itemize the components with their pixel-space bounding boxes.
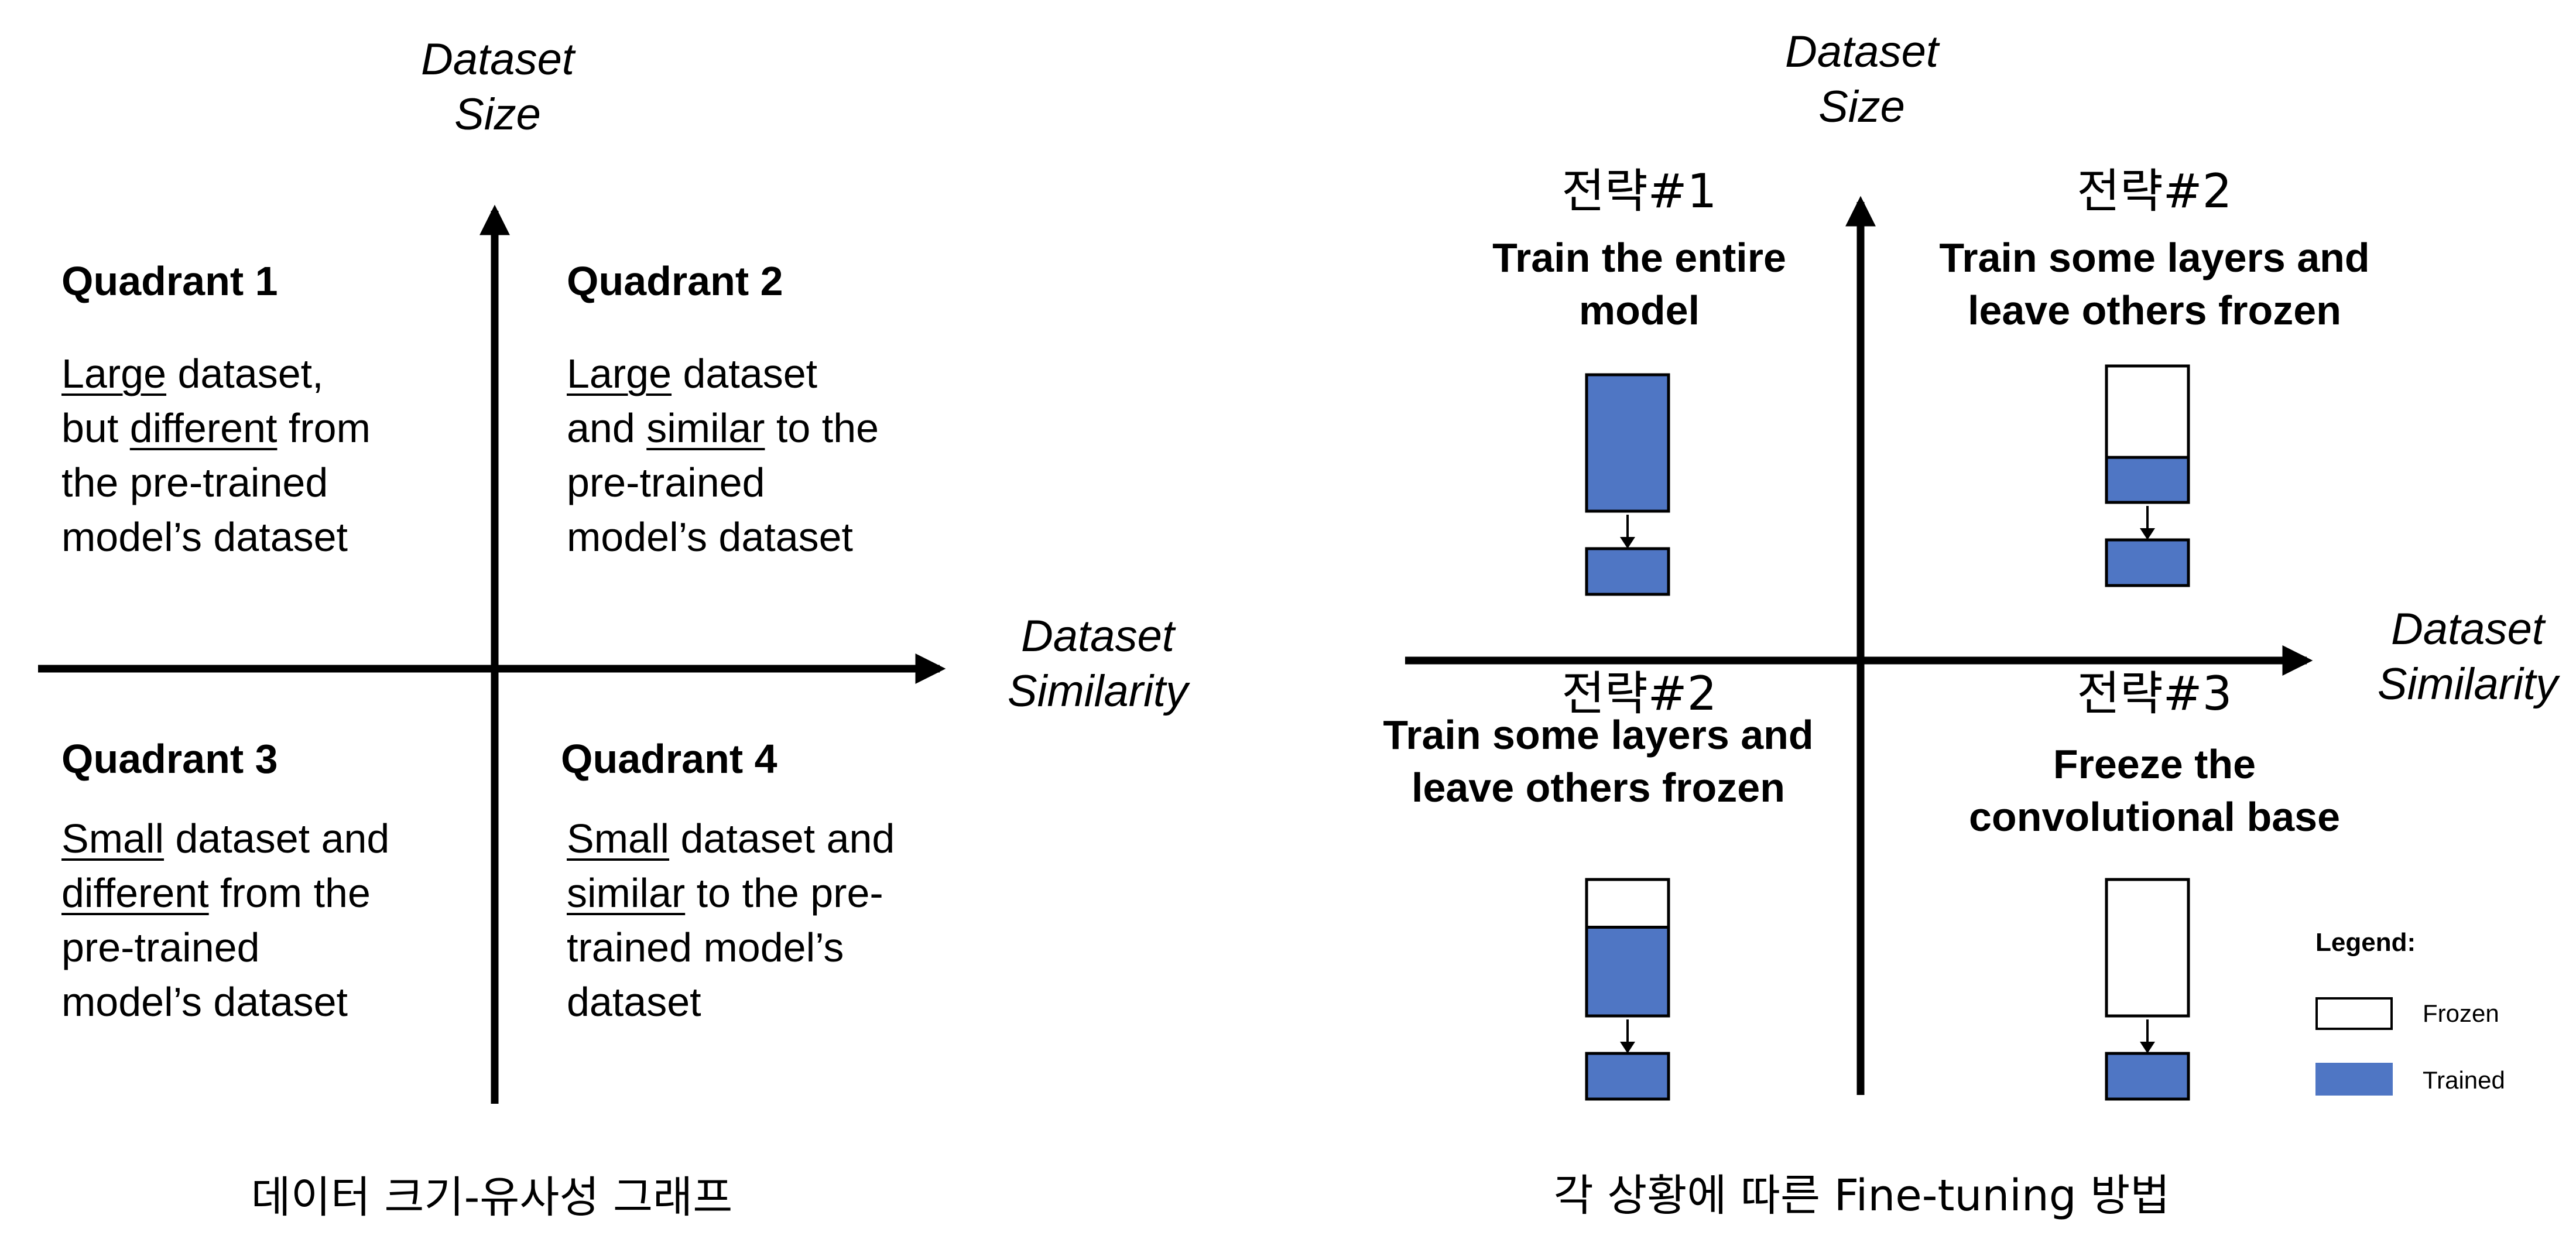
model-blocks-layer	[1585, 364, 2190, 1101]
flow-arrow-head	[1620, 1042, 1635, 1053]
flow-arrow-head	[2140, 528, 2155, 540]
legend: Legend: Frozen Trained	[2315, 928, 2561, 1104]
legend-trained-swatch	[2315, 1063, 2393, 1096]
classifier-block	[1585, 1052, 1670, 1101]
trained-layers-block	[1587, 375, 1669, 511]
classifier-block	[2105, 1052, 2190, 1101]
classifier-block	[1585, 547, 1670, 596]
legend-frozen-swatch	[2315, 997, 2393, 1030]
flow-arrow-head	[1620, 537, 1635, 549]
trained-layers-block	[2106, 457, 2188, 502]
legend-trained-label: Trained	[2423, 1066, 2505, 1094]
flow-arrow-head	[2140, 1042, 2155, 1053]
frozen-layers-block	[2106, 366, 2188, 458]
classifier-block	[2105, 538, 2190, 587]
legend-title: Legend:	[2315, 928, 2416, 957]
frozen-layers-block	[2106, 879, 2188, 1016]
trained-layers-block	[1587, 927, 1669, 1016]
frozen-layers-block	[1587, 879, 1669, 928]
right-caption: 각 상황에 따른 Fine-tuning 방법	[1553, 1171, 2170, 1221]
legend-frozen-label: Frozen	[2423, 1000, 2499, 1027]
